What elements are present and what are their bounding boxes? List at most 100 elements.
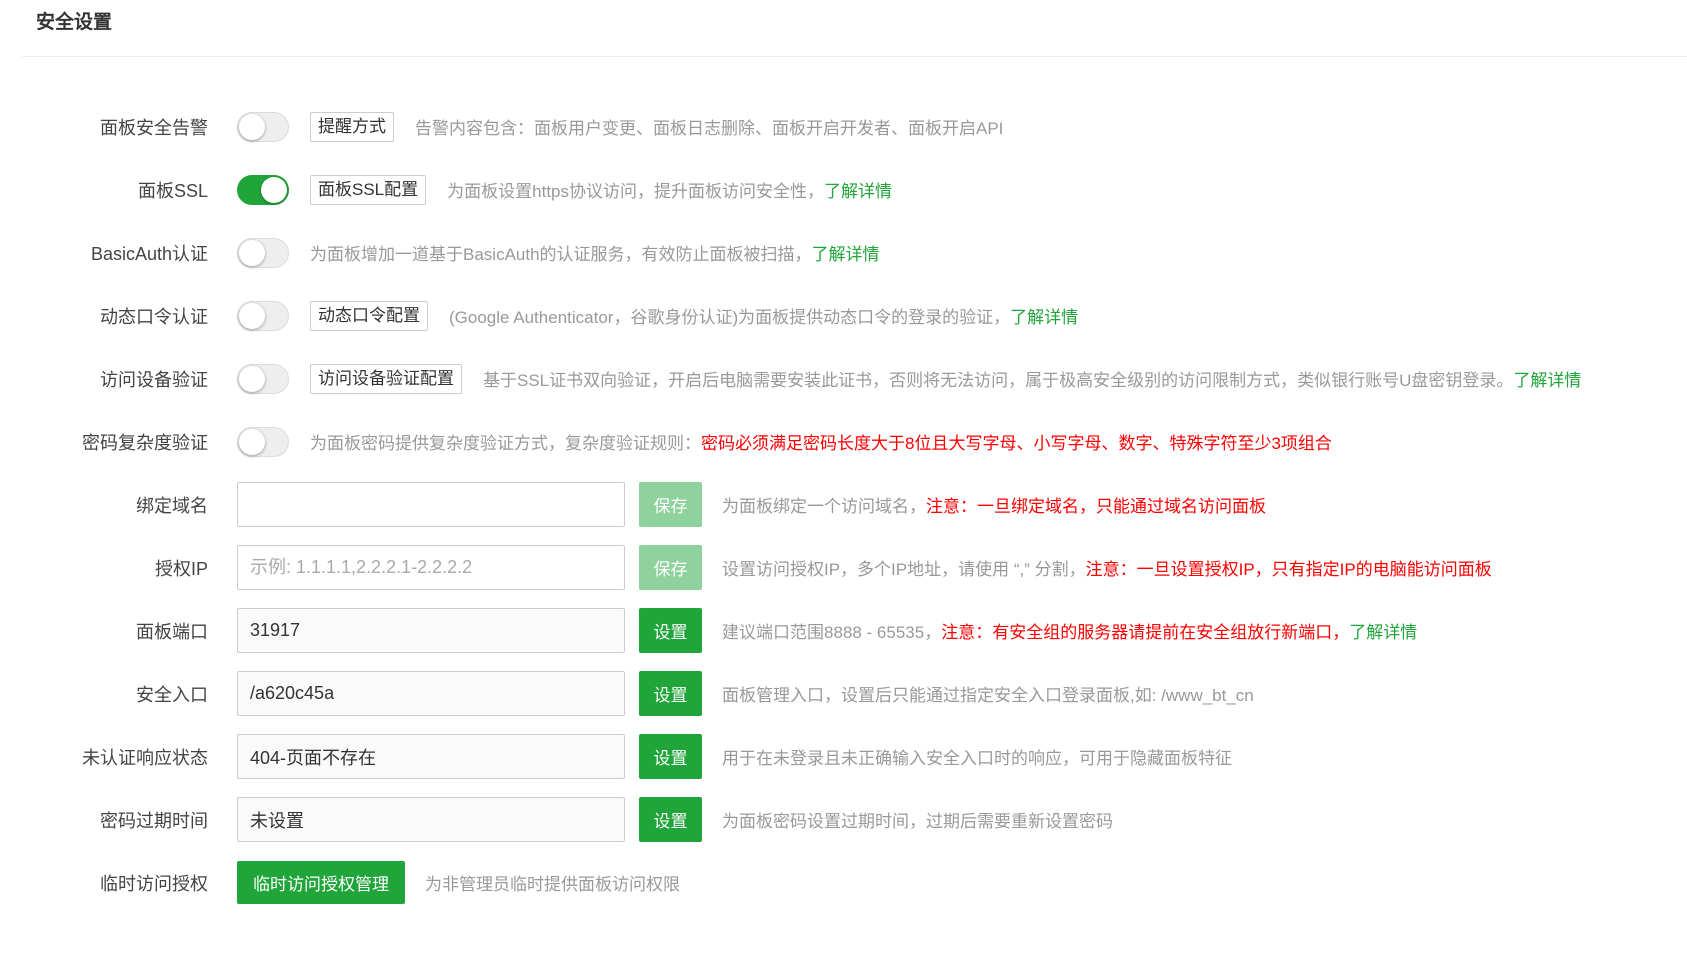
description-text: 为面板设置https协议访问，提升面板访问安全性， xyxy=(447,182,824,201)
description-text: 为面板密码提供复杂度验证方式，复杂度验证规则： xyxy=(310,434,701,453)
unauth-response-set-button[interactable]: 设置 xyxy=(639,734,702,779)
device-verification-config-button[interactable]: 访问设备验证配置 xyxy=(310,363,462,394)
setting-description: 为面板密码提供复杂度验证方式，复杂度验证规则：密码必须满足密码长度大于8位且大写… xyxy=(310,429,1687,454)
setting-controls: 设置 xyxy=(237,671,702,716)
learn-more-link[interactable]: 了解详情 xyxy=(812,245,880,264)
toggle-knob xyxy=(261,176,287,203)
warning-text: 注意：一旦绑定域名，只能通过域名访问面板 xyxy=(926,497,1266,516)
setting-label: 动态口令认证 xyxy=(100,306,208,327)
description-text: 用于在未登录且未正确输入安全入口时的响应，可用于隐藏面板特征 xyxy=(722,749,1232,768)
setting-description: (Google Authenticator，谷歌身份认证)为面板提供动态口令的登… xyxy=(449,303,1687,328)
setting-description: 告警内容包含：面板用户变更、面板日志删除、面板开启开发者、面板开启API xyxy=(415,114,1687,139)
setting-controls: 保存 xyxy=(237,482,702,527)
bind-domain-input[interactable] xyxy=(237,482,625,527)
setting-description: 用于在未登录且未正确输入安全入口时的响应，可用于隐藏面板特征 xyxy=(722,744,1687,769)
setting-row-device-verification: 访问设备验证 访问设备验证配置 基于SSL证书双向验证，开启后电脑需要安装此证书… xyxy=(0,347,1687,410)
setting-controls: 动态口令配置 xyxy=(237,300,428,331)
learn-more-link[interactable]: 了解详情 xyxy=(824,182,892,201)
panel-ssl-toggle[interactable] xyxy=(237,174,289,205)
page-title: 安全设置 xyxy=(36,12,113,33)
setting-controls: 临时访问授权管理 xyxy=(237,861,405,904)
dynamic-password-config-button[interactable]: 动态口令配置 xyxy=(310,300,428,331)
security-settings-list: 面板安全告警 提醒方式 告警内容包含：面板用户变更、面板日志删除、面板开启开发者… xyxy=(0,95,1687,914)
authorized-ip-input[interactable] xyxy=(237,545,625,590)
description-text: 基于SSL证书双向验证，开启后电脑需要安装此证书，否则将无法访问，属于极高安全级… xyxy=(483,371,1514,390)
setting-label: 面板端口 xyxy=(136,621,208,642)
setting-row-authorized-ip: 授权IP 保存 设置访问授权IP，多个IP地址，请使用 “,” 分割，注意：一旦… xyxy=(0,536,1687,599)
security-entrance-set-button[interactable]: 设置 xyxy=(639,671,702,716)
toggle-knob xyxy=(239,113,265,140)
password-complexity-toggle[interactable] xyxy=(237,426,289,457)
toggle-knob xyxy=(239,428,265,455)
setting-controls: 设置 xyxy=(237,734,702,779)
setting-label: 未认证响应状态 xyxy=(82,747,208,768)
setting-label: 安全入口 xyxy=(136,684,208,705)
bind-domain-save-button[interactable]: 保存 xyxy=(639,482,702,527)
setting-controls xyxy=(237,237,289,268)
toggle-knob xyxy=(239,239,265,266)
setting-description: 为面板绑定一个访问域名，注意：一旦绑定域名，只能通过域名访问面板 xyxy=(722,492,1687,517)
temp-access-manage-button[interactable]: 临时访问授权管理 xyxy=(237,861,405,904)
setting-label: BasicAuth认证 xyxy=(90,243,208,264)
learn-more-link[interactable]: 了解详情 xyxy=(1349,623,1417,642)
panel-port-set-button[interactable]: 设置 xyxy=(639,608,702,653)
warning-text: 注意：有安全组的服务器请提前在安全组放行新端口， xyxy=(941,623,1350,642)
learn-more-link[interactable]: 了解详情 xyxy=(1010,308,1078,327)
toggle-knob xyxy=(239,365,265,392)
learn-more-link[interactable]: 了解详情 xyxy=(1513,371,1581,390)
warning-text: 注意：一旦设置授权IP，只有指定IP的电脑能访问面板 xyxy=(1085,560,1492,579)
setting-row-panel-port: 面板端口 设置 建议端口范围8888 - 65535，注意：有安全组的服务器请提… xyxy=(0,599,1687,662)
password-expiry-input[interactable] xyxy=(237,797,625,842)
setting-row-password-complexity: 密码复杂度验证 为面板密码提供复杂度验证方式，复杂度验证规则：密码必须满足密码长… xyxy=(0,410,1687,473)
setting-row-panel-alert: 面板安全告警 提醒方式 告警内容包含：面板用户变更、面板日志删除、面板开启开发者… xyxy=(0,95,1687,158)
setting-label: 密码过期时间 xyxy=(100,810,208,831)
setting-description: 设置访问授权IP，多个IP地址，请使用 “,” 分割，注意：一旦设置授权IP，只… xyxy=(722,555,1687,580)
setting-description: 基于SSL证书双向验证，开启后电脑需要安装此证书，否则将无法访问，属于极高安全级… xyxy=(483,366,1687,391)
description-text: 为面板增加一道基于BasicAuth的认证服务，有效防止面板被扫描， xyxy=(310,245,812,264)
description-text: 面板管理入口，设置后只能通过指定安全入口登录面板,如: /www_bt_cn xyxy=(722,686,1254,705)
setting-description: 为面板设置https协议访问，提升面板访问安全性，了解详情 xyxy=(447,177,1687,202)
setting-controls: 提醒方式 xyxy=(237,111,394,142)
page-header: 安全设置 xyxy=(22,0,1687,57)
panel-port-input[interactable] xyxy=(237,608,625,653)
setting-controls: 访问设备验证配置 xyxy=(237,363,462,394)
authorized-ip-save-button[interactable]: 保存 xyxy=(639,545,702,590)
setting-description: 面板管理入口，设置后只能通过指定安全入口登录面板,如: /www_bt_cn xyxy=(722,681,1687,706)
setting-row-bind-domain: 绑定域名 保存 为面板绑定一个访问域名，注意：一旦绑定域名，只能通过域名访问面板 xyxy=(0,473,1687,536)
setting-label: 面板安全告警 xyxy=(100,117,208,138)
unauth-response-input[interactable] xyxy=(237,734,625,779)
setting-controls xyxy=(237,426,289,457)
setting-row-temp-access: 临时访问授权 临时访问授权管理 为非管理员临时提供面板访问权限 xyxy=(0,851,1687,914)
ssl-config-button[interactable]: 面板SSL配置 xyxy=(310,174,427,205)
description-text: (Google Authenticator，谷歌身份认证)为面板提供动态口令的登… xyxy=(449,308,1011,327)
setting-row-panel-ssl: 面板SSL 面板SSL配置 为面板设置https协议访问，提升面板访问安全性，了… xyxy=(0,158,1687,221)
password-expiry-set-button[interactable]: 设置 xyxy=(639,797,702,842)
setting-label: 临时访问授权 xyxy=(100,873,208,894)
setting-label: 访问设备验证 xyxy=(100,369,208,390)
device-verification-toggle[interactable] xyxy=(237,363,289,394)
setting-controls: 设置 xyxy=(237,797,702,842)
setting-row-password-expiry: 密码过期时间 设置 为面板密码设置过期时间，过期后需要重新设置密码 xyxy=(0,788,1687,851)
setting-label: 面板SSL xyxy=(137,180,208,201)
setting-controls: 面板SSL配置 xyxy=(237,174,427,205)
description-text: 为面板密码设置过期时间，过期后需要重新设置密码 xyxy=(722,812,1113,831)
security-entrance-input[interactable] xyxy=(237,671,625,716)
setting-description: 为面板增加一道基于BasicAuth的认证服务，有效防止面板被扫描，了解详情 xyxy=(310,240,1687,265)
setting-label: 绑定域名 xyxy=(136,495,208,516)
panel-alert-toggle[interactable] xyxy=(237,111,289,142)
setting-controls: 保存 xyxy=(237,545,702,590)
setting-description: 为非管理员临时提供面板访问权限 xyxy=(425,870,1687,895)
description-text: 建议端口范围8888 - 65535， xyxy=(722,623,942,642)
setting-label: 授权IP xyxy=(154,558,208,579)
alert-method-button[interactable]: 提醒方式 xyxy=(310,111,394,142)
setting-controls: 设置 xyxy=(237,608,702,653)
description-text: 为非管理员临时提供面板访问权限 xyxy=(425,875,680,894)
setting-row-basicauth: BasicAuth认证 为面板增加一道基于BasicAuth的认证服务，有效防止… xyxy=(0,221,1687,284)
dynamic-password-toggle[interactable] xyxy=(237,300,289,331)
setting-label: 密码复杂度验证 xyxy=(82,432,208,453)
setting-row-dynamic-password: 动态口令认证 动态口令配置 (Google Authenticator，谷歌身份… xyxy=(0,284,1687,347)
basicauth-toggle[interactable] xyxy=(237,237,289,268)
toggle-knob xyxy=(239,302,265,329)
setting-description: 建议端口范围8888 - 65535，注意：有安全组的服务器请提前在安全组放行新… xyxy=(722,618,1687,643)
description-text: 设置访问授权IP，多个IP地址，请使用 “,” 分割， xyxy=(722,560,1086,579)
